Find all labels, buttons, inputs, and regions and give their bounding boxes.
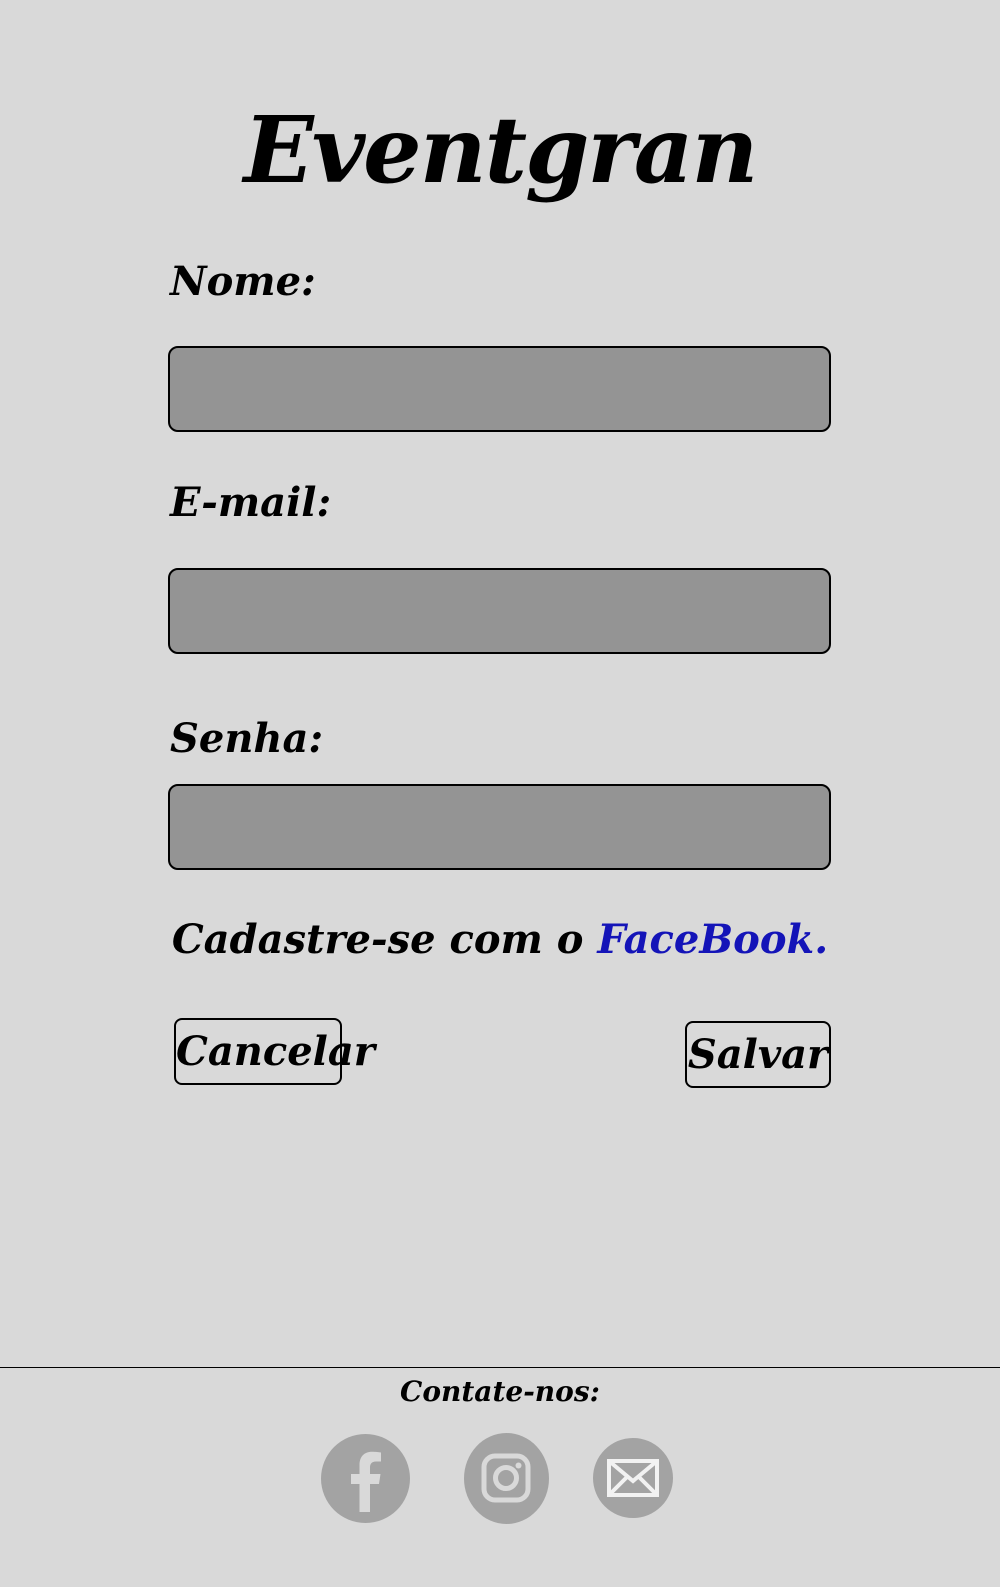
save-button[interactable]: Salvar — [685, 1021, 831, 1088]
password-label: Senha: — [170, 715, 324, 762]
email-input[interactable] — [168, 568, 831, 654]
facebook-signup-text: Cadastre-se com o FaceBook. — [0, 918, 1000, 962]
facebook-signup-link[interactable]: FaceBook. — [597, 916, 828, 963]
app-title: Eventgran — [243, 96, 759, 204]
footer-title: Contate-nos: — [400, 1375, 600, 1408]
mail-glyph — [607, 1459, 659, 1497]
facebook-signup-prefix: Cadastre-se com o — [171, 916, 598, 963]
instagram-glyph — [481, 1453, 531, 1503]
mail-icon[interactable] — [593, 1438, 673, 1518]
name-label: Nome: — [170, 258, 316, 305]
password-input[interactable] — [168, 784, 831, 870]
footer: Contate-nos: — [0, 1367, 1000, 1587]
facebook-glyph — [351, 1451, 381, 1512]
instagram-icon[interactable] — [464, 1433, 549, 1524]
name-input[interactable] — [168, 346, 831, 432]
cancel-button[interactable]: Cancelar — [174, 1018, 375, 1085]
email-label: E-mail: — [170, 479, 332, 526]
facebook-icon[interactable] — [321, 1434, 410, 1523]
